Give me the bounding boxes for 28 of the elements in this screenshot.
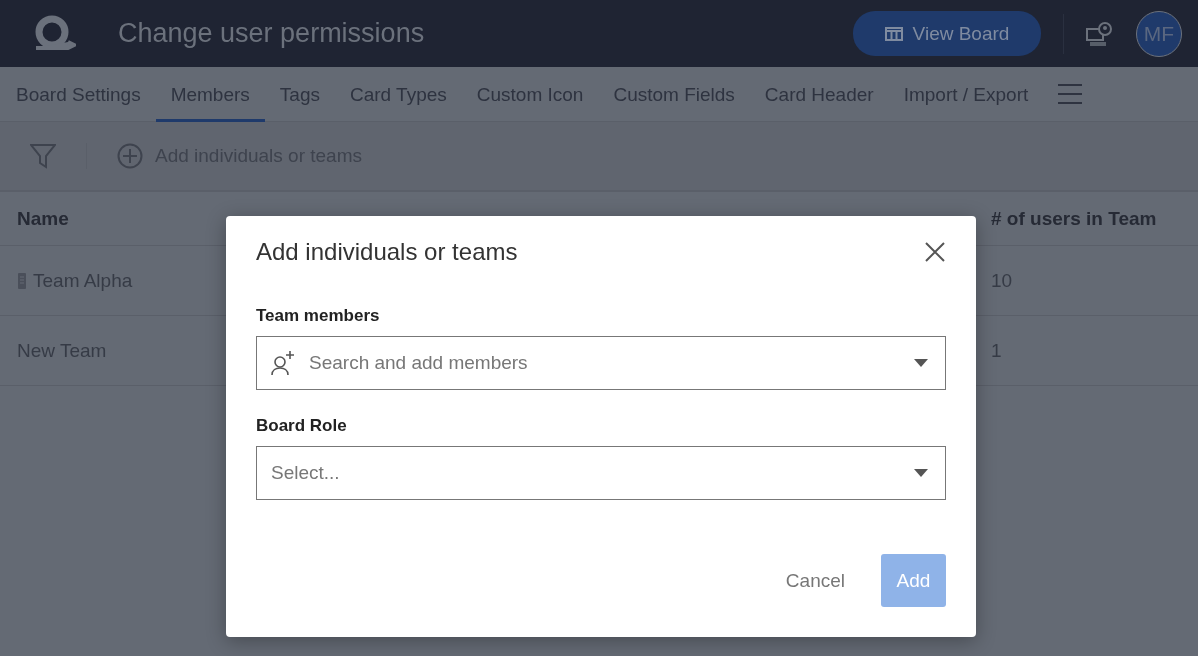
cancel-button[interactable]: Cancel [779, 568, 851, 593]
add-icon[interactable] [117, 143, 143, 169]
caret-icon[interactable] [914, 469, 928, 477]
dialog-title: Add individuals or teams [256, 238, 518, 266]
filter-icon[interactable] [30, 143, 56, 169]
settings-tab[interactable]: Custom Fields [598, 67, 750, 122]
settings-tab[interactable]: Tags [264, 67, 335, 122]
settings-tab[interactable]: Import / Export [888, 67, 1044, 122]
presentation-icon[interactable] [1086, 21, 1112, 46]
team-icon [17, 271, 27, 290]
column-header: Name [17, 207, 69, 230]
members-select[interactable]: Search and add members [256, 336, 946, 390]
role-select[interactable]: Select... [256, 446, 946, 500]
settings-tab[interactable]: Card Header [749, 67, 889, 122]
menu-icon[interactable] [1057, 83, 1084, 105]
add-user-icon [270, 350, 296, 376]
view-board-button[interactable]: View Board [853, 11, 1041, 56]
close-button[interactable] [924, 241, 946, 263]
page-title: Change user permissions [118, 18, 426, 49]
caret-icon[interactable] [914, 359, 928, 367]
settings-tab[interactable]: Card Types [334, 67, 462, 122]
settings-tab[interactable]: Custom Icon [461, 67, 599, 122]
user-avatar[interactable]: MF [1136, 10, 1182, 57]
column-header: # of users in Team [991, 207, 1158, 230]
board-icon [884, 26, 903, 41]
field-label: Board Role [256, 416, 348, 436]
settings-tab[interactable]: Board Settings [1, 67, 156, 122]
field-label: Team members [256, 306, 381, 326]
